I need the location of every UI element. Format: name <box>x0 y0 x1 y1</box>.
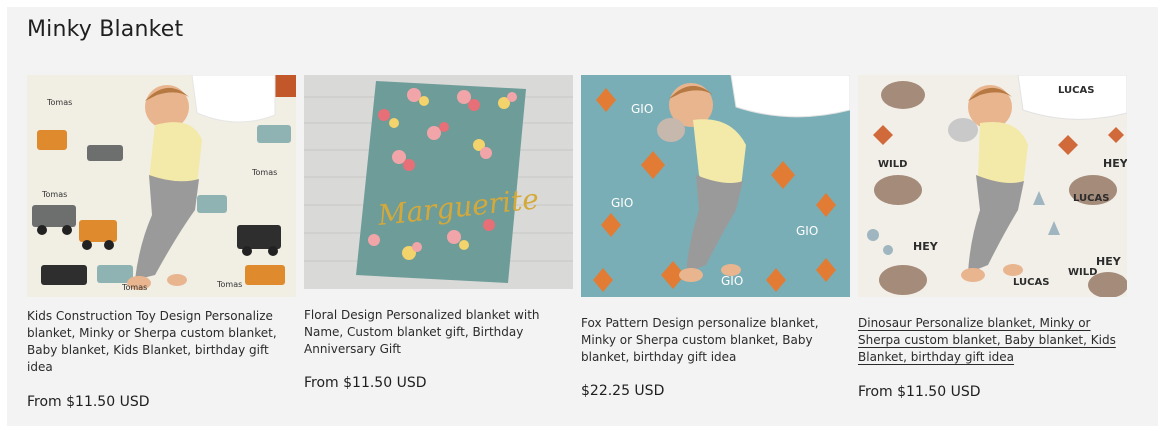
fox-blanket-image: GIO GIO GIO GIO <box>581 75 850 297</box>
product-section: Minky Blanket Tomas Tomas Tomas Tomas To… <box>7 7 1158 426</box>
product-price: From $11.50 USD <box>858 384 981 400</box>
woodland-blanket-image: LUCAS LUCAS LUCAS HEY HEY HEY WILD WILD <box>858 75 1127 297</box>
pattern-name-text: LUCAS <box>1073 193 1109 204</box>
pattern-word-text: HEY <box>1103 157 1127 170</box>
pattern-name-text: Tomas <box>216 280 242 289</box>
product-title-link[interactable]: Dinosaur Personalize blanket, Minky or S… <box>858 315 1127 366</box>
pattern-word-text: WILD <box>1068 267 1097 278</box>
product-card[interactable]: LUCAS LUCAS LUCAS HEY HEY HEY WILD WILD … <box>858 75 1127 400</box>
pattern-name-text: GIO <box>631 102 653 116</box>
product-image[interactable]: GIO GIO GIO GIO <box>581 75 850 297</box>
product-image[interactable]: Tomas Tomas Tomas Tomas Tomas <box>27 75 296 297</box>
product-title-link[interactable]: Fox Pattern Design personalize blanket, … <box>581 315 850 366</box>
pattern-name-text: Tomas <box>121 283 147 292</box>
pattern-name-text: GIO <box>721 274 743 288</box>
product-image[interactable]: LUCAS LUCAS LUCAS HEY HEY HEY WILD WILD <box>858 75 1127 297</box>
pattern-name-text: GIO <box>611 196 633 210</box>
product-card[interactable]: Marguerite Floral Design Personalized bl… <box>304 75 573 391</box>
product-title-link[interactable]: Floral Design Personalized blanket with … <box>304 307 573 358</box>
product-card[interactable]: GIO GIO GIO GIO Fox Pattern Design perso… <box>581 75 850 399</box>
product-title-link[interactable]: Kids Construction Toy Design Personalize… <box>27 308 296 376</box>
floral-blanket-image: Marguerite <box>304 75 573 289</box>
pattern-name-text: Tomas <box>251 168 277 177</box>
pattern-word-text: HEY <box>913 240 939 253</box>
pattern-name-text: LUCAS <box>1058 85 1094 96</box>
pattern-name-text: Tomas <box>46 98 72 107</box>
product-price: From $11.50 USD <box>304 375 427 391</box>
product-card[interactable]: Tomas Tomas Tomas Tomas Tomas Kids Const… <box>27 75 296 410</box>
pattern-name-text: GIO <box>796 224 818 238</box>
pattern-word-text: WILD <box>878 159 907 170</box>
construction-blanket-image: Tomas Tomas Tomas Tomas Tomas <box>27 75 296 297</box>
pattern-name-text: Tomas <box>41 190 67 199</box>
product-image[interactable]: Marguerite <box>304 75 573 289</box>
pattern-name-text: LUCAS <box>1013 277 1049 288</box>
pattern-word-text: HEY <box>1096 255 1122 268</box>
section-title: Minky Blanket <box>27 17 184 42</box>
product-price: $22.25 USD <box>581 383 665 399</box>
product-price: From $11.50 USD <box>27 394 150 410</box>
